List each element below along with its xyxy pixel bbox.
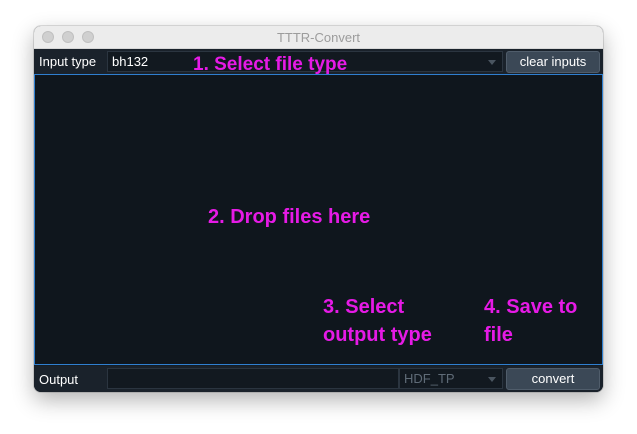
annotation-step-4-line-2: file: [484, 324, 513, 346]
chevron-down-icon: [488, 60, 496, 65]
annotation-step-3: 3. Select output type: [323, 293, 432, 349]
output-label: Output: [39, 372, 79, 387]
title-bar[interactable]: TTTR-Convert: [34, 26, 603, 49]
output-path-field[interactable]: [107, 368, 399, 389]
chevron-down-icon: [488, 377, 496, 382]
annotation-step-4: 4. Save to file: [484, 293, 577, 349]
input-type-value: bh132: [112, 54, 149, 69]
input-type-label: Input type: [39, 54, 97, 69]
window-title: TTTR-Convert: [276, 30, 361, 45]
output-toolbar: Output HDF_TP convert: [34, 366, 603, 392]
annotation-step-2: 2. Drop files here: [208, 206, 371, 228]
convert-button[interactable]: convert: [506, 368, 600, 390]
annotation-step-3-line-1: 3. Select: [323, 296, 405, 318]
output-type-select[interactable]: HDF_TP: [399, 368, 503, 389]
output-type-value: HDF_TP: [404, 371, 455, 386]
annotation-step-3-line-2: output type: [323, 324, 432, 346]
app-window: TTTR-Convert Input type bh132 clear inpu…: [34, 26, 603, 392]
annotation-step-4-line-1: 4. Save to: [484, 296, 578, 318]
clear-inputs-button[interactable]: clear inputs: [506, 51, 600, 73]
